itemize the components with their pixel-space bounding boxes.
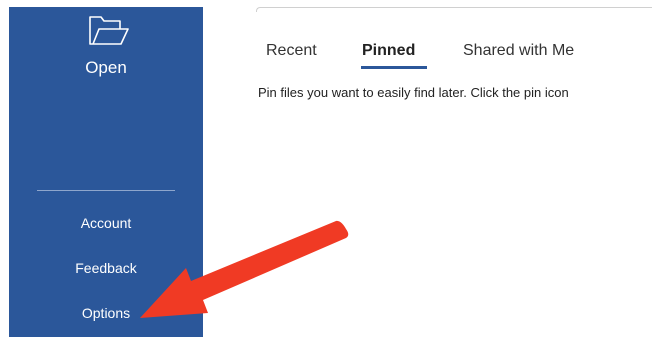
backstage-screen: Open Account Feedback Options Recent Pin… (0, 0, 652, 337)
content-top-border (256, 7, 652, 12)
sidebar-item-open-label: Open (85, 58, 127, 77)
window-top-edge (0, 0, 652, 7)
window-left-edge (0, 0, 9, 337)
sidebar-item-account[interactable]: Account (9, 215, 203, 231)
tab-shared-with-me[interactable]: Shared with Me (463, 42, 574, 60)
tab-recent[interactable]: Recent (266, 42, 317, 60)
folder-open-icon (89, 16, 129, 45)
sidebar-item-options[interactable]: Options (9, 305, 203, 321)
sidebar-divider (37, 190, 175, 191)
sidebar-item-open[interactable]: Open (9, 7, 203, 92)
sidebar-item-feedback[interactable]: Feedback (9, 260, 203, 276)
backstage-sidebar: Open Account Feedback Options (9, 7, 203, 337)
tab-pinned[interactable]: Pinned (362, 42, 415, 60)
pinned-hint-text: Pin files you want to easily find later.… (258, 85, 569, 100)
active-tab-indicator (361, 66, 427, 69)
